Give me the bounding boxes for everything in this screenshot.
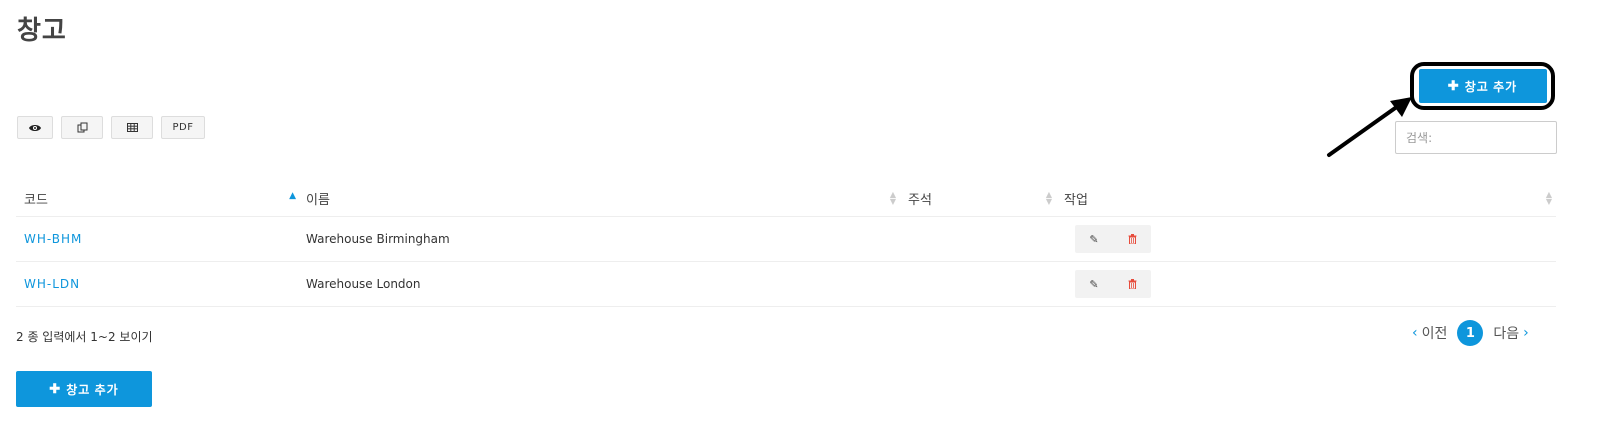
eye-icon [29, 124, 41, 131]
edit-icon: ✎ [1089, 277, 1099, 291]
previous-label: 이전 [1421, 326, 1448, 342]
add-warehouse-label: 창고 추가 [66, 382, 119, 397]
export-button-group: PDF [17, 116, 205, 139]
cell-actions: ✎ [1056, 216, 1556, 262]
table-row: WH-LDN Warehouse London ✎ [16, 261, 1556, 307]
delete-button[interactable] [1113, 225, 1151, 253]
trash-icon [1128, 279, 1136, 289]
cell-name: Warehouse Birmingham [298, 216, 900, 262]
plus-icon: ✚ [49, 381, 62, 396]
previous-page-button[interactable]: ‹ 이전 [1412, 323, 1447, 343]
pdf-button[interactable]: PDF [161, 116, 205, 139]
column-header-action[interactable]: 작업 ▲ ▼ [1056, 180, 1556, 217]
cell-code: WH-LDN [16, 261, 298, 307]
trash-icon [1128, 234, 1136, 244]
search-input[interactable] [1395, 121, 1557, 154]
next-page-button[interactable]: 다음 › [1493, 323, 1528, 343]
sort-asc-icon: ▲ [289, 191, 296, 201]
next-label: 다음 [1493, 326, 1520, 342]
warehouse-code-link[interactable]: WH-BHM [24, 232, 82, 246]
chevron-left-icon: ‹ [1412, 325, 1418, 341]
cell-name: Warehouse London [298, 261, 900, 307]
add-warehouse-label: 창고 추가 [1464, 79, 1518, 94]
chevron-right-icon: › [1523, 325, 1529, 341]
column-header-name[interactable]: 이름 ▲ ▼ [298, 180, 900, 217]
column-header-code[interactable]: 코드 ▲ [16, 180, 298, 217]
edit-icon: ✎ [1089, 232, 1099, 246]
cell-note [900, 216, 1056, 262]
table-header-row: 코드 ▲ 이름 ▲ ▼ 주석 ▲ ▼ 작업 ▲ ▼ [16, 180, 1556, 217]
table-icon [126, 123, 138, 132]
warehouse-page: 창고 PDF ✚ 창고 추가 검색: 코드 ▲ 이름 ▲ ▼ 주석 ▲ ▼ 작업… [0, 0, 1622, 438]
highlight-outline: ✚ 창고 추가 [1410, 62, 1555, 110]
add-warehouse-button-bottom[interactable]: ✚ 창고 추가 [16, 371, 152, 407]
sort-icon: ▲ ▼ [1045, 190, 1052, 206]
cell-code: WH-BHM [16, 216, 298, 262]
cell-actions: ✎ [1056, 261, 1556, 307]
table-row: WH-BHM Warehouse Birmingham ✎ [16, 216, 1556, 262]
delete-button[interactable] [1113, 270, 1151, 298]
edit-button[interactable]: ✎ [1075, 270, 1113, 298]
cell-note [900, 261, 1056, 307]
table-info: 2 종 입력에서 1~2 보이기 [16, 330, 153, 344]
row-action-group: ✎ [1075, 225, 1151, 253]
pagination: ‹ 이전 1 다음 › [1412, 320, 1529, 346]
copy-icon [77, 122, 87, 133]
column-header-note[interactable]: 주석 ▲ ▼ [900, 180, 1056, 217]
sort-icon: ▲ ▼ [889, 190, 896, 206]
current-page-button[interactable]: 1 [1457, 320, 1484, 346]
edit-button[interactable]: ✎ [1075, 225, 1113, 253]
csv-button[interactable] [111, 116, 153, 139]
sort-icon: ▲ ▼ [1545, 190, 1552, 206]
add-warehouse-button-top[interactable]: ✚ 창고 추가 [1418, 69, 1547, 103]
page-title: 창고 [17, 16, 67, 46]
warehouse-table: 코드 ▲ 이름 ▲ ▼ 주석 ▲ ▼ 작업 ▲ ▼ WH-BHM Warehou… [16, 180, 1556, 307]
row-action-group: ✎ [1075, 270, 1151, 298]
copy-button[interactable] [61, 116, 103, 139]
warehouse-code-link[interactable]: WH-LDN [24, 277, 80, 291]
plus-icon: ✚ [1447, 78, 1460, 93]
column-visibility-button[interactable] [17, 116, 53, 139]
